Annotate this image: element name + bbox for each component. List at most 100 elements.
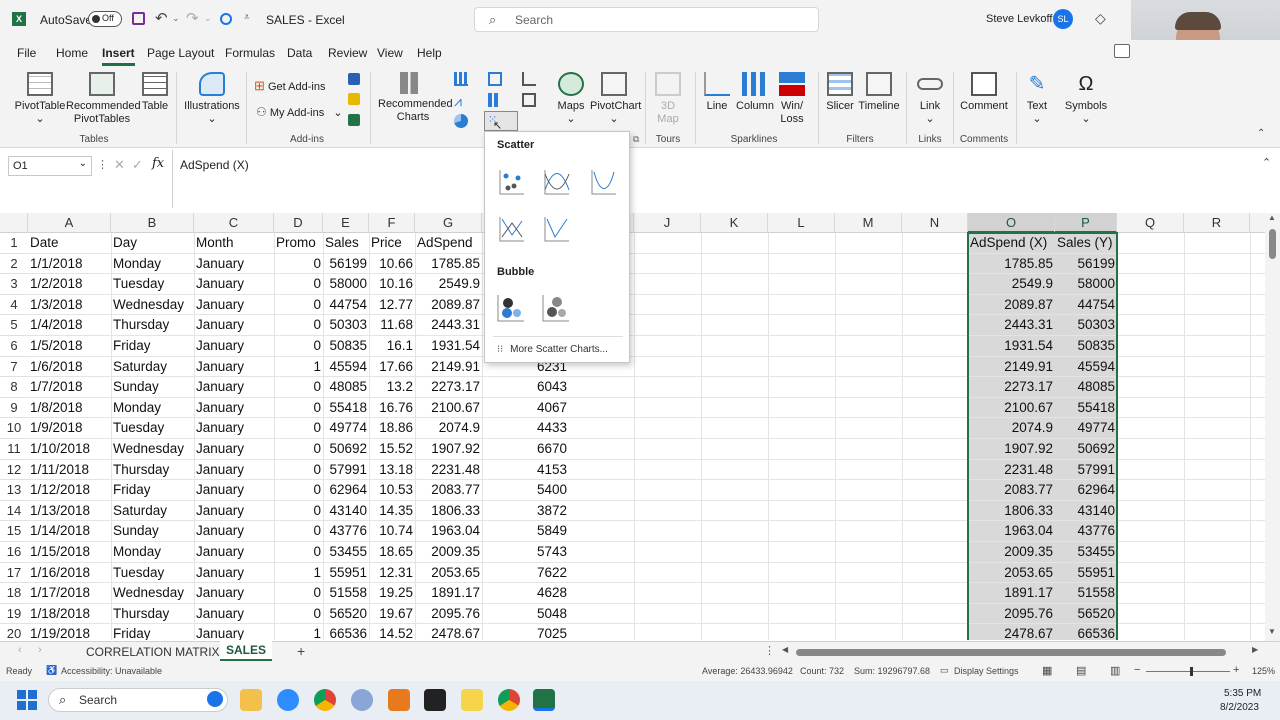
table-cell[interactable]: January: [194, 624, 274, 640]
maps-button[interactable]: Maps ⌄: [552, 72, 590, 126]
table-cell[interactable]: 0: [274, 418, 323, 439]
table-cell[interactable]: 5400: [482, 480, 569, 501]
table-cell[interactable]: 0: [274, 583, 323, 604]
sheet-tab-sales[interactable]: SALES: [220, 641, 272, 661]
table-cell[interactable]: Sunday: [111, 521, 194, 542]
table-cell[interactable]: January: [194, 480, 274, 501]
table-cell[interactable]: 50835: [323, 336, 369, 357]
timeline-button[interactable]: Timeline: [858, 72, 900, 113]
row-header[interactable]: 4: [0, 295, 28, 316]
row-header[interactable]: 18: [0, 583, 28, 604]
table-cell[interactable]: January: [194, 357, 274, 378]
table-cell[interactable]: 2009.35: [415, 542, 482, 563]
column-header[interactable]: R: [1184, 213, 1250, 233]
display-settings-button[interactable]: Display Settings: [954, 666, 1019, 676]
clock-time[interactable]: 5:35 PM: [1224, 688, 1261, 699]
table-cell[interactable]: 51558: [323, 583, 369, 604]
table-cell[interactable]: 6043: [482, 377, 569, 398]
table-cell[interactable]: 1: [274, 357, 323, 378]
comment-button[interactable]: Comment: [958, 72, 1010, 113]
table-cell[interactable]: Tuesday: [111, 274, 194, 295]
table-cell[interactable]: 2231.48: [415, 460, 482, 481]
table-cell[interactable]: 6670: [482, 439, 569, 460]
zoom-in-icon[interactable]: +: [1233, 664, 1239, 676]
scatter-smooth-lines-option[interactable]: [585, 163, 619, 197]
header-cell[interactable]: Price: [369, 233, 415, 254]
table-cell[interactable]: 0: [274, 460, 323, 481]
table-cell[interactable]: 4067: [482, 398, 569, 419]
column-header[interactable]: B: [111, 213, 194, 233]
header-cell[interactable]: Promo: [274, 233, 323, 254]
row-header[interactable]: 9: [0, 398, 28, 419]
tab-file[interactable]: File: [17, 46, 36, 60]
pivotchart-button[interactable]: PivotChart ⌄: [590, 72, 641, 126]
autorefresh-icon[interactable]: [220, 13, 232, 25]
row-header[interactable]: 1: [0, 233, 28, 254]
table-cell[interactable]: 48085: [323, 377, 369, 398]
table-cell[interactable]: 12.77: [369, 295, 415, 316]
row-header[interactable]: 3: [0, 274, 28, 295]
zoom-out-icon[interactable]: −: [1134, 664, 1140, 676]
tab-insert[interactable]: Insert: [102, 46, 135, 66]
row-header[interactable]: 19: [0, 604, 28, 625]
table-cell[interactable]: 1/12/2018: [28, 480, 111, 501]
table-cell[interactable]: 2083.77: [415, 480, 482, 501]
row-header[interactable]: 17: [0, 563, 28, 584]
table-cell[interactable]: 1/2/2018: [28, 274, 111, 295]
table-cell[interactable]: 1785.85: [415, 254, 482, 275]
scroll-up-icon[interactable]: ▲: [1268, 213, 1276, 222]
table-cell[interactable]: 14.52: [369, 624, 415, 640]
table-cell[interactable]: 62964: [323, 480, 369, 501]
table-cell[interactable]: 1/5/2018: [28, 336, 111, 357]
recommended-pivottables-button[interactable]: Recommended PivotTables: [66, 72, 141, 126]
table-cell[interactable]: 0: [274, 295, 323, 316]
zoom-slider-thumb[interactable]: [1190, 667, 1193, 676]
table-cell[interactable]: 5743: [482, 542, 569, 563]
tab-formulas[interactable]: Formulas: [225, 46, 275, 60]
get-addins-button[interactable]: ⊞ Get Add-ins: [254, 78, 325, 94]
table-cell[interactable]: Friday: [111, 336, 194, 357]
table-cell[interactable]: 1931.54: [415, 336, 482, 357]
table-cell[interactable]: Saturday: [111, 501, 194, 522]
table-cell[interactable]: 5849: [482, 521, 569, 542]
table-cell[interactable]: 13.18: [369, 460, 415, 481]
hierarchy-chart-icon[interactable]: [488, 72, 502, 86]
tab-data[interactable]: Data: [287, 46, 312, 60]
table-cell[interactable]: 55951: [323, 563, 369, 584]
zoom-slider[interactable]: [1146, 667, 1230, 676]
header-cell[interactable]: AdSpend: [415, 233, 482, 254]
waterfall-chart-icon[interactable]: [522, 72, 536, 86]
save-icon[interactable]: [132, 12, 145, 25]
symbols-button[interactable]: Ω Symbols ⌄: [1062, 72, 1110, 126]
scroll-right-icon[interactable]: ▶: [1252, 645, 1258, 654]
table-cell[interactable]: 2095.76: [415, 604, 482, 625]
table-cell[interactable]: January: [194, 315, 274, 336]
r-app-icon[interactable]: [351, 689, 373, 711]
visio-icon[interactable]: [348, 73, 360, 85]
column-header[interactable]: Q: [1117, 213, 1184, 233]
statistic-chart-icon[interactable]: [488, 93, 502, 107]
add-sheet-icon[interactable]: +: [297, 643, 305, 659]
sparkline-line-button[interactable]: Line: [700, 72, 734, 113]
table-cell[interactable]: 0: [274, 604, 323, 625]
table-cell[interactable]: January: [194, 604, 274, 625]
horizontal-scrollbar-thumb[interactable]: [796, 649, 1226, 656]
comments-icon[interactable]: [1114, 44, 1130, 58]
table-cell[interactable]: 0: [274, 274, 323, 295]
tab-page-layout[interactable]: Page Layout: [147, 46, 214, 60]
clock-date[interactable]: 8/2/2023: [1220, 702, 1259, 713]
table-cell[interactable]: 0: [274, 315, 323, 336]
more-scatter-charts-link[interactable]: ⁝⁝ More Scatter Charts...: [497, 344, 608, 355]
table-cell[interactable]: January: [194, 501, 274, 522]
diamond-icon[interactable]: ◇: [1095, 10, 1106, 27]
table-cell[interactable]: 2273.17: [415, 377, 482, 398]
table-cell[interactable]: January: [194, 439, 274, 460]
table-cell[interactable]: 16.1: [369, 336, 415, 357]
row-header[interactable]: 14: [0, 501, 28, 522]
sticky-notes-icon[interactable]: [461, 689, 483, 711]
table-cell[interactable]: 1907.92: [415, 439, 482, 460]
search-box[interactable]: ⌕ Search: [474, 7, 819, 32]
table-cell[interactable]: 0: [274, 439, 323, 460]
table-cell[interactable]: 1/3/2018: [28, 295, 111, 316]
table-cell[interactable]: 10.66: [369, 254, 415, 275]
